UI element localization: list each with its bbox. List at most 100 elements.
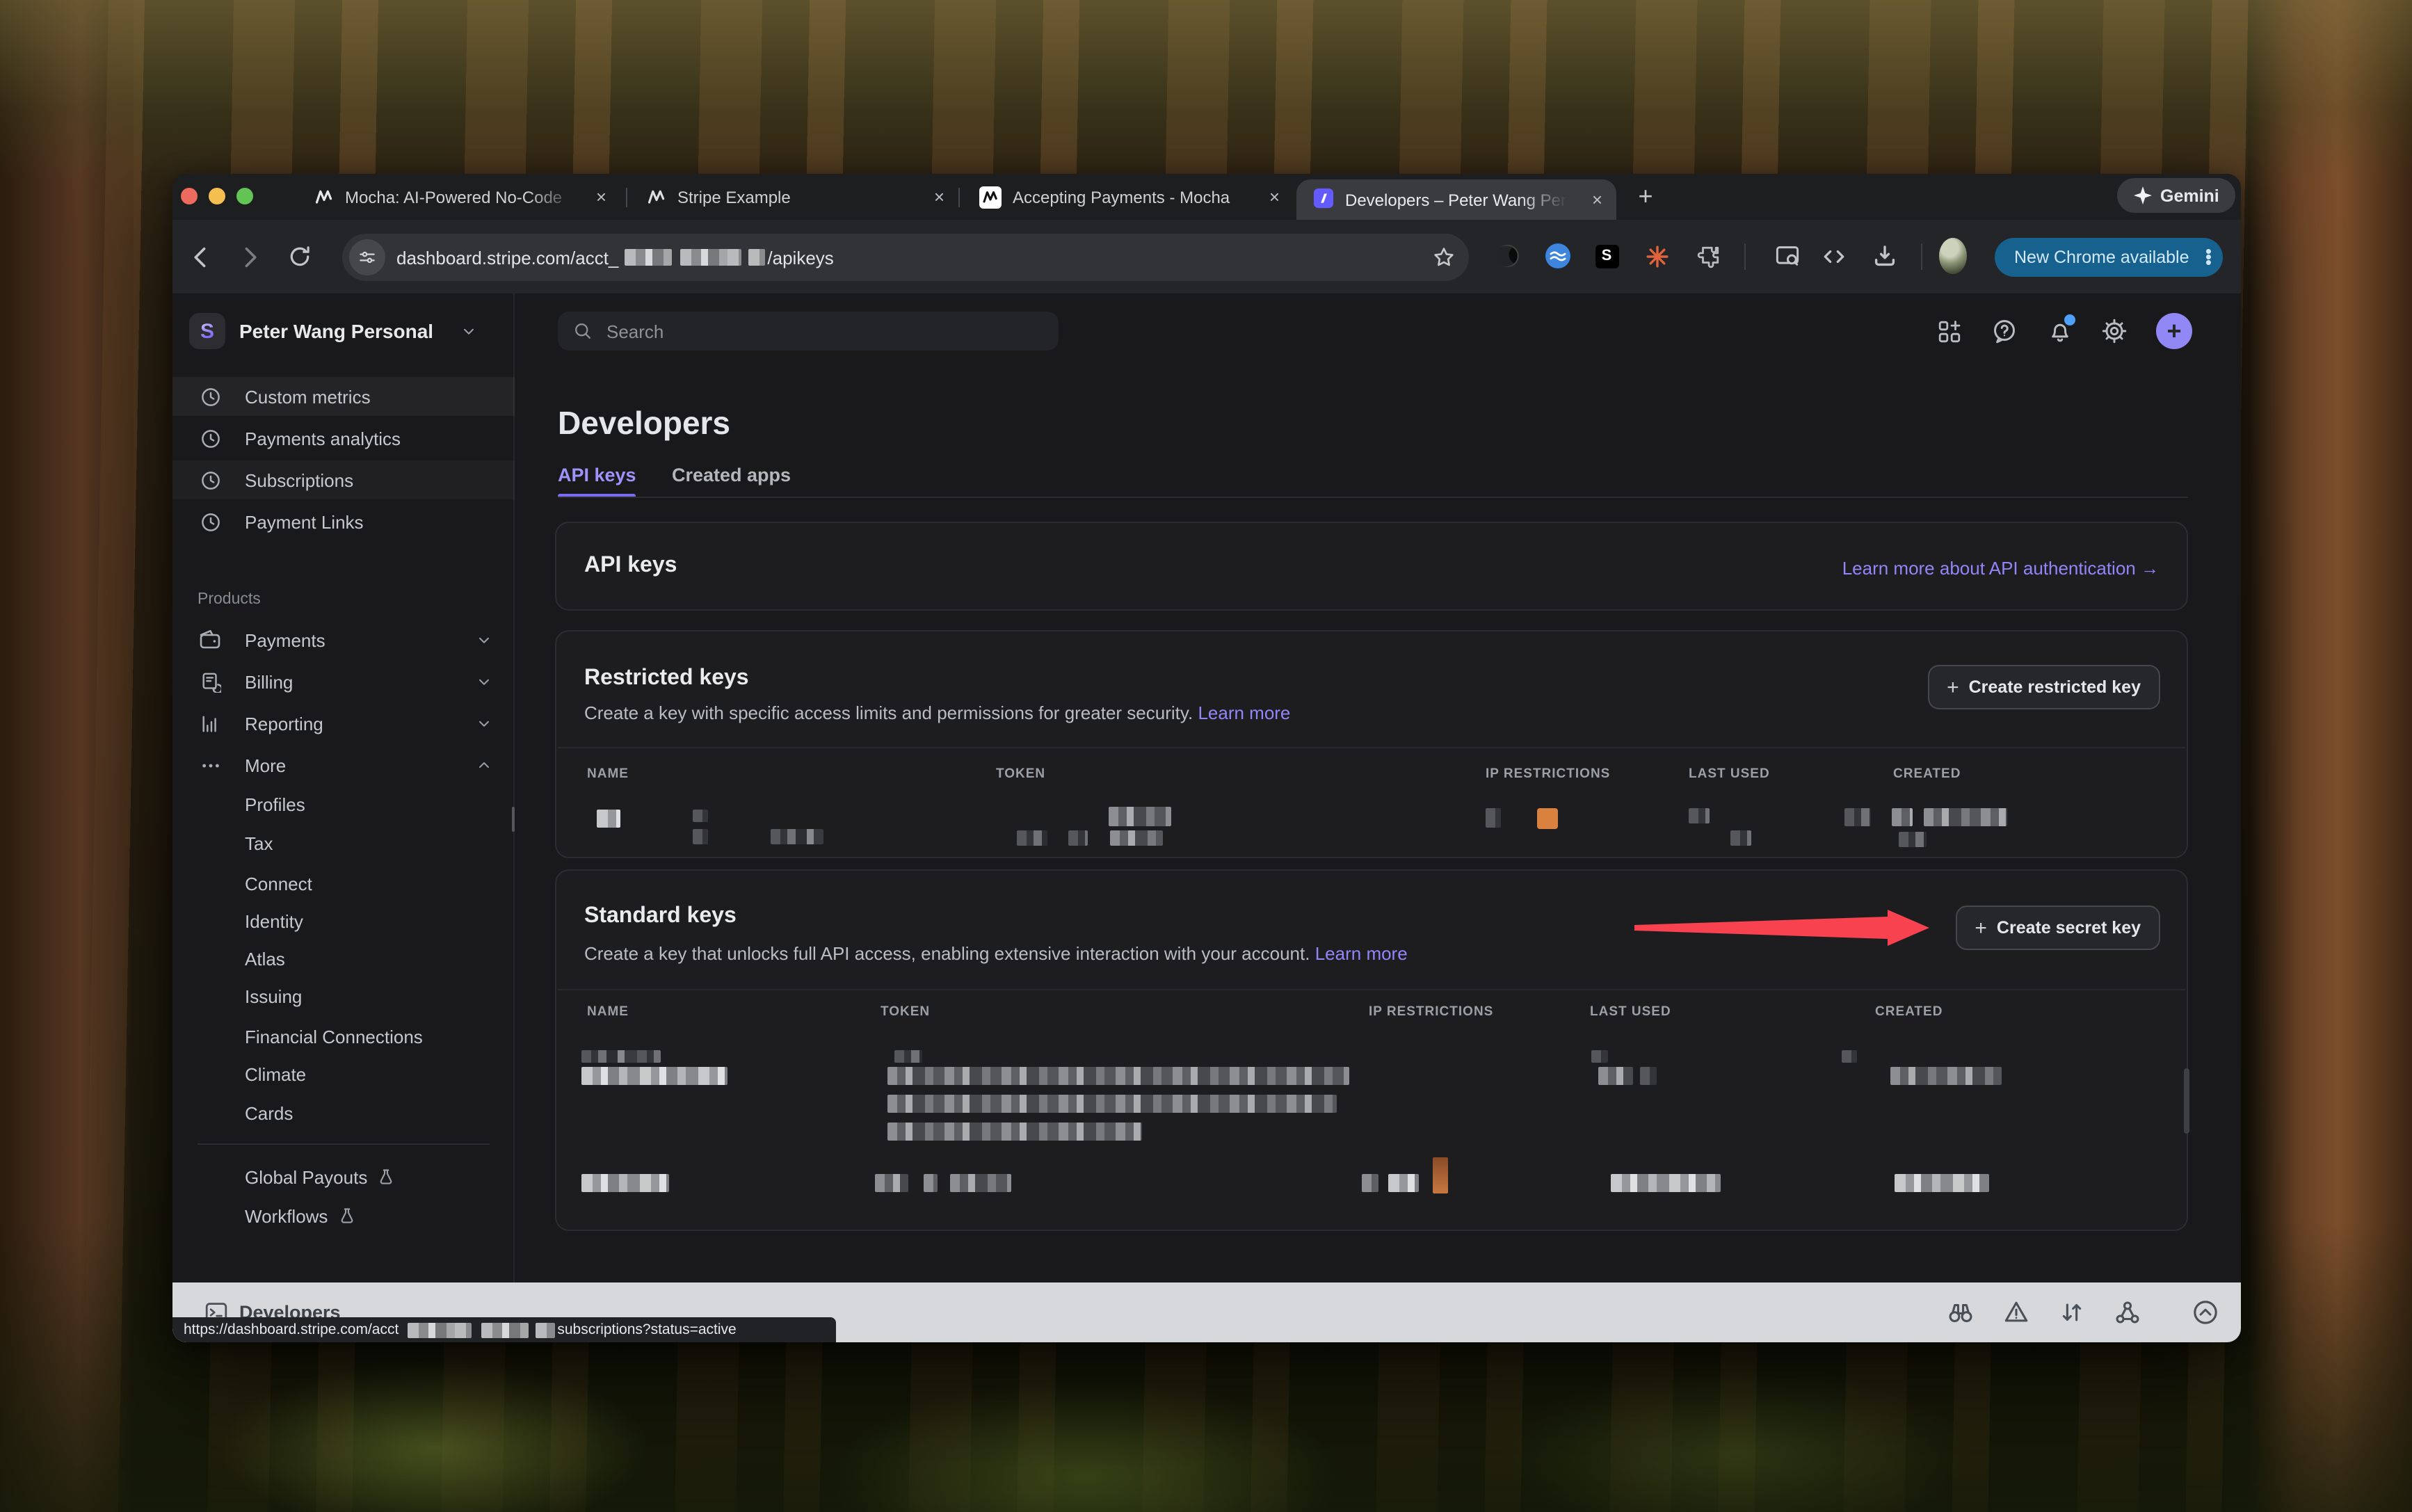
sidebar-item-tax[interactable]: Tax xyxy=(172,823,515,862)
chevron-down-icon xyxy=(476,715,492,732)
account-switcher[interactable]: S Peter Wang Personal xyxy=(172,310,515,352)
sidebar-item-identity[interactable]: Identity xyxy=(172,901,515,940)
column-header-ip-restrictions: IP RESTRICTIONS xyxy=(1369,1004,1493,1020)
card-section-divider xyxy=(558,747,2185,748)
back-icon[interactable] xyxy=(185,242,214,271)
tab-accepting-payments[interactable]: Accepting Payments - Mocha × xyxy=(960,174,1294,220)
sidebar-item-cards[interactable]: Cards xyxy=(172,1093,515,1132)
tab-strip: Mocha: AI-Powered No-Code × Stripe Examp… xyxy=(172,174,2241,220)
new-tab-button[interactable]: + xyxy=(1630,179,1661,214)
tab-created-apps[interactable]: Created apps xyxy=(672,465,791,485)
sidebar-item-payment-links[interactable]: Payment Links xyxy=(172,502,515,541)
maximize-window-button[interactable] xyxy=(236,187,253,204)
redacted-token xyxy=(894,1050,922,1063)
sidebar-item-custom-metrics[interactable]: Custom metrics xyxy=(172,377,515,416)
sidebar-item-climate[interactable]: Climate xyxy=(172,1054,515,1093)
gemini-sparkle-icon xyxy=(2134,186,2152,204)
tab-stripe-developers-active[interactable]: Developers – Peter Wang Per × xyxy=(1296,179,1616,220)
sidebar-item-global-payouts[interactable]: Global Payouts xyxy=(172,1157,515,1196)
up-down-arrows-icon[interactable] xyxy=(2059,1299,2085,1326)
inspect-page-icon[interactable] xyxy=(1774,242,1801,270)
sidebar-item-label: Connect xyxy=(245,873,312,894)
url-redacted-block xyxy=(624,249,671,266)
sidebar-item-subscriptions[interactable]: Subscriptions xyxy=(172,460,515,499)
tab-close-icon[interactable]: × xyxy=(1264,185,1285,209)
reload-icon[interactable] xyxy=(285,242,314,271)
notifications-bell-icon[interactable] xyxy=(2043,314,2077,348)
page-title: Developers xyxy=(558,405,730,442)
plus-icon: + xyxy=(1947,675,1959,699)
forward-icon[interactable] xyxy=(235,242,264,271)
waves-extension-icon[interactable] xyxy=(1544,242,1572,270)
settings-gear-icon[interactable] xyxy=(2098,314,2131,348)
chevron-down-icon xyxy=(476,673,492,690)
sidebar-item-label: Subscriptions xyxy=(245,469,353,490)
sidebar-item-issuing[interactable]: Issuing xyxy=(172,976,515,1015)
sidebar-item-payments-analytics[interactable]: Payments analytics xyxy=(172,419,515,458)
address-bar[interactable]: dashboard.stripe.com/acct_ /apikeys xyxy=(342,234,1469,281)
create-restricted-key-label: Create restricted key xyxy=(1969,677,2141,697)
sidebar-group-more[interactable]: More xyxy=(172,746,515,785)
plus-icon: + xyxy=(1975,916,1987,940)
api-keys-title: API keys xyxy=(584,554,677,579)
clock-icon xyxy=(199,469,221,491)
url-suffix: /apikeys xyxy=(767,247,833,268)
webhook-icon[interactable] xyxy=(2114,1299,2141,1326)
sidebar-item-workflows[interactable]: Workflows xyxy=(172,1196,515,1235)
api-auth-learn-more-link[interactable]: Learn more about API authentication → xyxy=(1842,558,2159,579)
tab-close-icon[interactable]: × xyxy=(590,185,612,209)
gemini-button[interactable]: Gemini xyxy=(2117,178,2236,213)
tab-close-icon[interactable]: × xyxy=(1586,188,1608,211)
collapse-chevron-circle-icon[interactable] xyxy=(2192,1299,2219,1326)
site-settings-icon[interactable] xyxy=(349,239,385,275)
code-icon[interactable] xyxy=(1819,242,1847,270)
new-chrome-available-button[interactable]: New Chrome available ••• xyxy=(1995,237,2223,276)
scrollbar-thumb[interactable] xyxy=(2184,1068,2189,1134)
help-icon[interactable] xyxy=(1988,314,2021,348)
sidebar-item-label: Climate xyxy=(245,1063,306,1084)
standard-learn-more-link[interactable]: Learn more xyxy=(1315,943,1408,964)
profile-avatar[interactable] xyxy=(1939,242,1967,270)
redacted-token xyxy=(1068,830,1088,846)
clock-icon xyxy=(199,427,221,449)
minimize-window-button[interactable] xyxy=(209,187,225,204)
toolbar-divider xyxy=(1921,243,1922,270)
sidebar-item-profiles[interactable]: Profiles xyxy=(172,785,515,823)
tab-stripe-example[interactable]: Stripe Example × xyxy=(627,174,958,220)
sidebar-group-payments[interactable]: Payments xyxy=(172,620,515,659)
redacted-ip-orange xyxy=(1537,808,1558,829)
redacted-name xyxy=(581,1050,661,1063)
search-bar[interactable] xyxy=(558,312,1059,351)
chrome-menu-kebab-icon[interactable]: ••• xyxy=(2205,248,2212,265)
restricted-learn-more-link[interactable]: Learn more xyxy=(1198,702,1290,723)
sidebar-group-reporting[interactable]: Reporting xyxy=(172,704,515,743)
search-input[interactable] xyxy=(604,319,1021,343)
apps-grid-icon[interactable] xyxy=(1932,314,1965,348)
binoculars-icon[interactable] xyxy=(1947,1299,1974,1326)
create-secret-key-label: Create secret key xyxy=(1997,918,2141,938)
sidebar-item-financial-connections[interactable]: Financial Connections xyxy=(172,1017,515,1056)
extensions-puzzle-icon[interactable] xyxy=(1694,242,1722,270)
tab-api-keys[interactable]: API keys xyxy=(558,465,636,485)
create-new-button[interactable]: + xyxy=(2156,313,2192,349)
bar-chart-icon xyxy=(199,712,221,734)
download-icon[interactable] xyxy=(1871,242,1899,270)
account-logo: S xyxy=(189,313,225,349)
tab-mocha-home[interactable]: Mocha: AI-Powered No-Code × xyxy=(298,174,620,220)
column-header-token: TOKEN xyxy=(996,766,1045,782)
redacted-token xyxy=(924,1174,938,1192)
close-window-button[interactable] xyxy=(181,187,198,204)
tab-close-icon[interactable]: × xyxy=(928,185,950,209)
dark-mode-extension-icon[interactable] xyxy=(1494,242,1522,270)
sidebar-item-atlas[interactable]: Atlas xyxy=(172,939,515,978)
bookmark-star-icon[interactable] xyxy=(1433,246,1455,268)
create-restricted-key-button[interactable]: + Create restricted key xyxy=(1927,665,2160,709)
status-url-tooltip: https://dashboard.stripe.com/acct subscr… xyxy=(172,1317,836,1342)
sidebar-item-label: Issuing xyxy=(245,986,302,1006)
starburst-extension-icon[interactable] xyxy=(1643,242,1671,270)
create-secret-key-button[interactable]: + Create secret key xyxy=(1955,906,2160,950)
sidebar-group-billing[interactable]: Billing xyxy=(172,662,515,701)
warning-icon[interactable] xyxy=(2003,1299,2029,1326)
s-extension-icon[interactable]: S xyxy=(1593,242,1621,270)
sidebar-item-connect[interactable]: Connect xyxy=(172,864,515,903)
